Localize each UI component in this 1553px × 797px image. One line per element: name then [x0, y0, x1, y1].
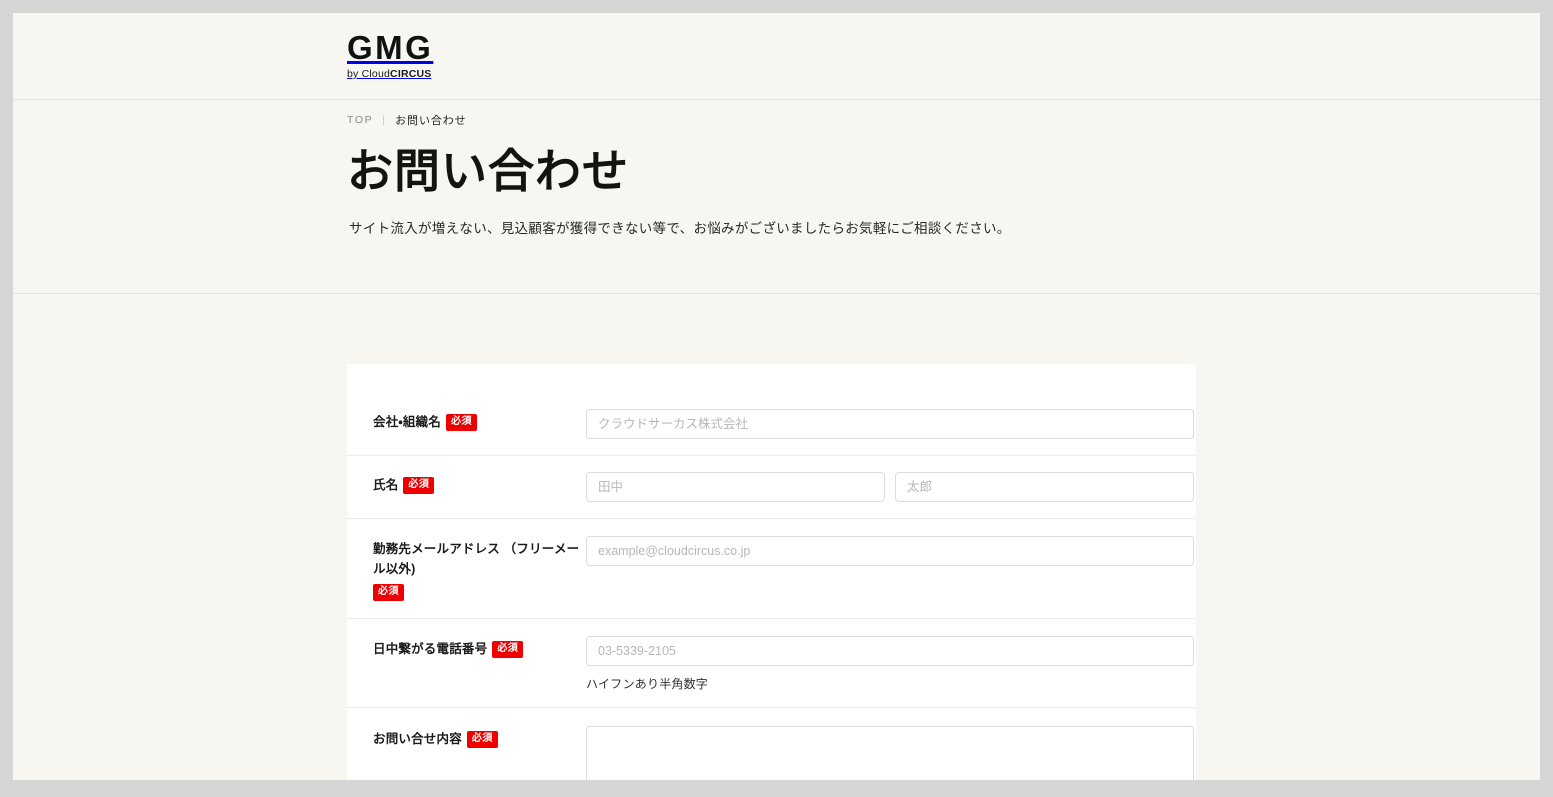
label-company-text: 会社・組織名: [373, 415, 441, 429]
breadcrumb-item-top[interactable]: TOP: [347, 114, 373, 126]
message-textarea[interactable]: [586, 726, 1194, 780]
label-name-text: 氏名: [373, 478, 399, 492]
browser-viewport: GMG by CloudCIRCUS TOP | お問い合わせ お問い合わせ サ…: [13, 13, 1540, 780]
required-badge: 必須: [403, 477, 435, 494]
site-header: GMG by CloudCIRCUS: [13, 13, 1540, 100]
field-email: [586, 536, 1194, 566]
telephone-input[interactable]: [586, 636, 1194, 666]
label-company: 会社・組織名 必須: [373, 409, 586, 432]
label-email: 勤務先メールアドレス （フリーメール以外) 必須: [373, 536, 586, 601]
name-input-group: [586, 472, 1194, 502]
field-company: [586, 409, 1194, 439]
field-name: [586, 472, 1194, 502]
page-title: お問い合わせ: [347, 145, 629, 197]
breadcrumb-separator: |: [382, 114, 387, 126]
logo-wordmark: GMG: [347, 29, 434, 66]
required-badge: 必須: [373, 584, 404, 601]
form-row-telephone: 日中繋がる電話番号必須 ハイフンあり半角数字: [347, 619, 1196, 708]
page-subtitle: サイト流入が増えない、見込顧客が獲得できない等で、お悩みがございましたらお気軽に…: [349, 221, 1011, 236]
form-row-email: 勤務先メールアドレス （フリーメール以外) 必須: [347, 519, 1196, 619]
label-telephone-text: 日中繋がる電話番号: [373, 642, 488, 656]
required-badge: 必須: [492, 641, 524, 658]
last-name-input[interactable]: [586, 472, 885, 502]
label-telephone: 日中繋がる電話番号 必須: [373, 636, 586, 659]
required-badge: 必須: [466, 731, 498, 748]
label-email-text: 勤務先メールアドレス （フリーメール以外): [373, 542, 580, 576]
label-message: お問い合せ内容 必須: [373, 726, 586, 749]
form-row-message: お問い合せ内容 必須: [347, 708, 1196, 780]
form-area: 会社・組織名必須 氏名必須: [13, 294, 1540, 780]
label-name: 氏名 必須: [373, 472, 586, 495]
breadcrumb: TOP | お問い合わせ: [347, 112, 467, 128]
label-message-text: お問い合せ内容: [373, 732, 462, 746]
first-name-input[interactable]: [895, 472, 1194, 502]
logo-tagline: by CloudCIRCUS: [347, 69, 433, 80]
form-row-name: 氏名 必須: [347, 456, 1196, 519]
company-name-input[interactable]: [586, 409, 1194, 439]
telephone-hint: ハイフンあり半角数字: [586, 677, 709, 691]
field-telephone: ハイフンあり半角数字: [586, 636, 1194, 692]
email-input[interactable]: [586, 536, 1194, 566]
logo-tagline-brand: CIRCUS: [390, 68, 432, 80]
form-row-company: 会社・組織名 必須: [347, 390, 1196, 456]
field-message: [586, 726, 1194, 780]
breadcrumb-item-current: お問い合わせ: [395, 115, 467, 127]
required-badge: 必須: [445, 414, 477, 431]
site-logo[interactable]: GMG by CloudCIRCUS: [347, 31, 433, 80]
contact-form: 会社・組織名必須 氏名必須: [347, 364, 1196, 780]
page-hero: TOP | お問い合わせ お問い合わせ サイト流入が増えない、見込顧客が獲得でき…: [13, 100, 1540, 294]
logo-tagline-prefix: by Cloud: [347, 68, 391, 80]
